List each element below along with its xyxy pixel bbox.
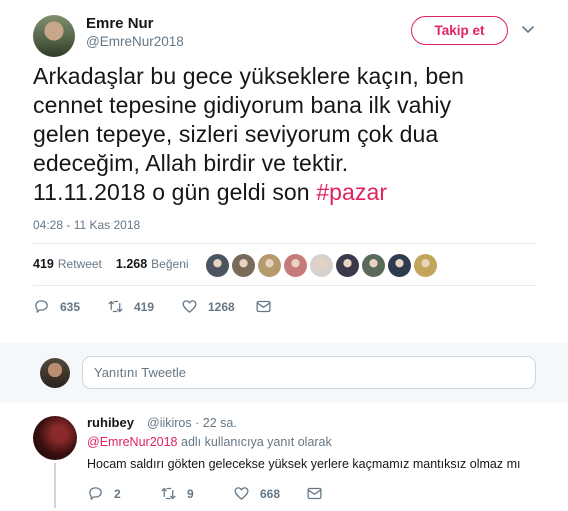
retweet-count[interactable]: 419 xyxy=(33,257,54,271)
reply-reply-count: 2 xyxy=(114,486,121,501)
like-count[interactable]: 1.268 xyxy=(116,257,147,271)
thread-line xyxy=(54,463,56,508)
reply-dm-button[interactable] xyxy=(306,485,323,502)
direct-message-button[interactable] xyxy=(255,298,272,315)
reply-like-count: 668 xyxy=(260,486,281,501)
reply-retweet-button[interactable]: 9 xyxy=(160,485,233,502)
author-avatar[interactable] xyxy=(33,15,75,57)
author-handle[interactable]: @EmreNur2018 xyxy=(86,34,184,49)
replying-mention-link[interactable]: @EmreNur2018 xyxy=(87,435,178,449)
tweet-actions: 635 419 1268 xyxy=(33,298,272,315)
reply-icon xyxy=(89,487,102,500)
reply-input[interactable]: Yanıtını Tweetle xyxy=(82,356,536,389)
liker-avatar[interactable] xyxy=(310,254,333,277)
retweet-icon xyxy=(108,300,123,313)
divider xyxy=(33,243,536,244)
like-button[interactable]: 1268 xyxy=(181,298,255,315)
tweet-text-line: 11.11.2018 o gün geldi son #pazar xyxy=(33,178,533,207)
liker-avatar[interactable] xyxy=(258,254,281,277)
reply-button[interactable]: 635 xyxy=(33,298,107,315)
hashtag-link[interactable]: #pazar xyxy=(316,179,387,205)
tweet-text: Arkadaşlar bu gece yükseklere kaçın, ben… xyxy=(33,62,533,207)
liker-avatar[interactable] xyxy=(388,254,411,277)
current-user-avatar xyxy=(40,358,70,388)
reply-retweet-count: 9 xyxy=(187,486,194,501)
replying-to: @EmreNur2018 adlı kullanıcıya yanıt olar… xyxy=(87,435,332,449)
tweet-stats: 419 Retweet 1.268 Beğeni xyxy=(33,257,189,271)
reply-icon xyxy=(35,300,48,313)
envelope-icon xyxy=(307,487,322,500)
retweet-button[interactable]: 419 xyxy=(107,298,181,315)
reply-like-button[interactable]: 668 xyxy=(233,485,306,502)
tweet-text-segment: 11.11.2018 o gün geldi son xyxy=(33,179,317,205)
liker-avatar[interactable] xyxy=(232,254,255,277)
retweet-icon xyxy=(161,487,176,500)
reply-author-handle-time[interactable]: @iikiros · 22 sa. xyxy=(147,416,237,430)
reply-author-avatar[interactable] xyxy=(33,416,77,460)
liker-avatar[interactable] xyxy=(414,254,437,277)
reply-reply-button[interactable]: 2 xyxy=(87,485,160,502)
liker-avatar[interactable] xyxy=(362,254,385,277)
like-label[interactable]: Beğeni xyxy=(151,257,188,271)
follow-button[interactable]: Takip et xyxy=(411,16,508,45)
like-action-count: 1268 xyxy=(208,299,235,314)
tweet-text-line: edeceğim, Allah birdir ve tektir. xyxy=(33,150,349,176)
heart-icon xyxy=(182,300,197,313)
chevron-down-icon[interactable] xyxy=(521,24,535,36)
reply-text: Hocam saldırı gökten gelecekse yüksek ye… xyxy=(87,457,521,471)
liker-avatar[interactable] xyxy=(206,254,229,277)
retweet-label[interactable]: Retweet xyxy=(58,257,102,271)
likers-avatars xyxy=(206,254,440,277)
heart-icon xyxy=(234,487,249,500)
envelope-icon xyxy=(256,300,271,313)
reply-count: 635 xyxy=(60,299,81,314)
author-name[interactable]: Emre Nur xyxy=(86,15,154,32)
tweet-text-line: cennet tepesine gidiyorum bana ilk vahiy xyxy=(33,92,452,118)
reply-actions: 2 9 668 xyxy=(87,485,323,502)
liker-avatar[interactable] xyxy=(284,254,307,277)
retweet-action-count: 419 xyxy=(134,299,155,314)
tweet-text-line: gelen tepeye, sizleri seviyorum çok dua xyxy=(33,121,439,147)
replying-suffix: adlı kullanıcıya yanıt olarak xyxy=(177,435,332,449)
tweet-text-line: Arkadaşlar bu gece yükseklere kaçın, ben xyxy=(33,63,465,89)
tweet-timestamp[interactable]: 04:28 - 11 Kas 2018 xyxy=(33,218,140,232)
divider xyxy=(33,285,536,286)
liker-avatar[interactable] xyxy=(336,254,359,277)
reply-author-name[interactable]: ruhibey xyxy=(87,415,134,430)
